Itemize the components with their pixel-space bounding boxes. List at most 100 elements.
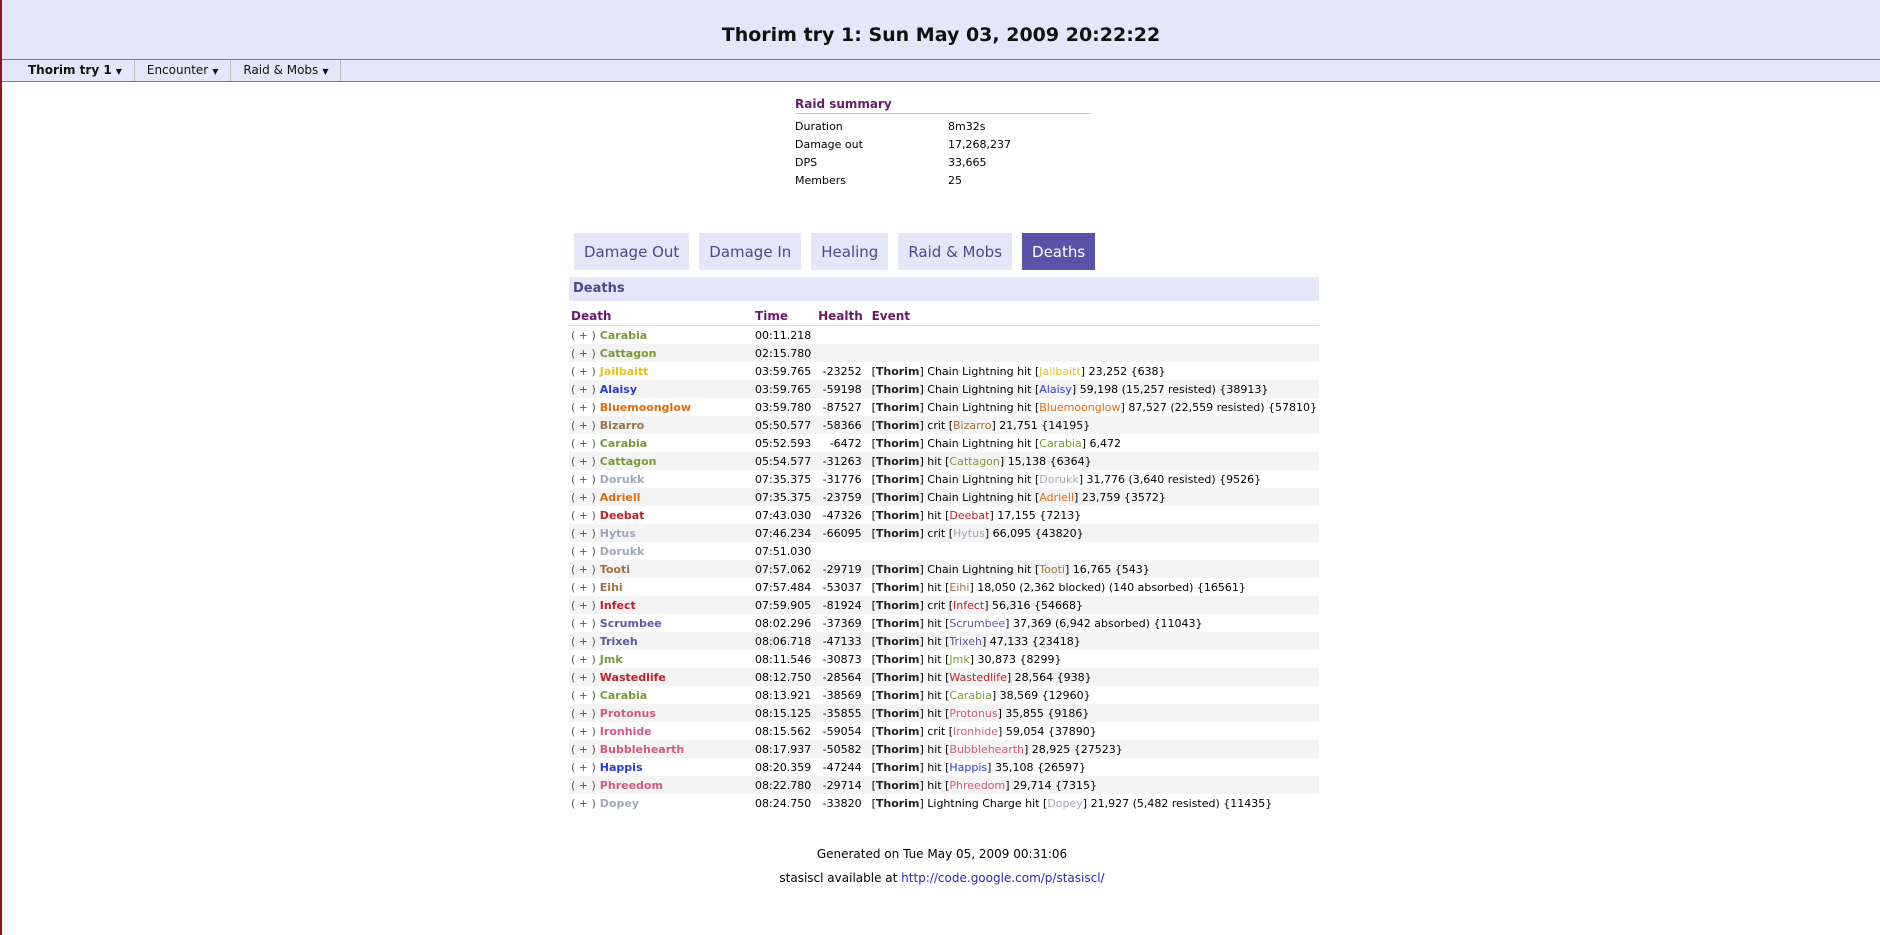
- time-cell: 07:46.234: [753, 524, 817, 542]
- expand-toggle[interactable]: ( + ): [571, 779, 596, 792]
- table-row: ( + ) Jmk 08:11.546 -30873 [Thorim] hit [Jmk…: [569, 650, 1319, 668]
- expand-toggle[interactable]: ( + ): [571, 545, 596, 558]
- expand-toggle[interactable]: ( + ): [571, 797, 596, 810]
- event-amount: 29,714 {7315}: [1013, 778, 1098, 792]
- event-target: Infect: [953, 598, 985, 612]
- player-name: Jmk: [599, 652, 623, 666]
- event-cell: [Thorim] hit [Jmk] 30,873 {8299}: [871, 652, 1062, 666]
- expand-toggle[interactable]: ( + ): [571, 743, 596, 756]
- menu-thorim-try-1[interactable]: Thorim try 1 ▼: [16, 60, 135, 81]
- death-cell: ( + ) Scrumbee: [569, 614, 753, 632]
- time-cell: 07:57.062: [753, 560, 817, 578]
- time-cell: 08:11.546: [755, 652, 812, 666]
- event-action: Chain Lightning hit: [927, 400, 1032, 414]
- expand-toggle[interactable]: ( + ): [571, 527, 596, 540]
- event-source: Thorim: [875, 418, 920, 432]
- event-action: Chain Lightning hit: [927, 436, 1032, 450]
- event-source: Thorim: [875, 634, 920, 648]
- summary-row: Damage out 17,268,237: [795, 135, 1091, 153]
- death-cell: ( + ) Wastedlife: [569, 668, 754, 686]
- table-row: ( + ) Phreedom 08:22.780 -29714 [Thorim] hit…: [569, 776, 1319, 794]
- expand-toggle[interactable]: ( + ): [571, 635, 596, 648]
- caret-down-icon: ▼: [212, 67, 219, 76]
- health-cell: -58366: [816, 416, 870, 434]
- death-cell: ( + ) Phreedom: [569, 776, 754, 794]
- death-cell: ( + ) Bubblehearth: [569, 740, 754, 758]
- tab-deaths[interactable]: Deaths: [1022, 233, 1096, 270]
- table-row: ( + ) Happis 08:20.359 -47244 [Thorim] hit […: [569, 758, 1319, 776]
- expand-toggle[interactable]: ( + ): [571, 509, 596, 522]
- tab-raid-mobs[interactable]: Raid & Mobs: [898, 233, 1013, 270]
- event-amount: 47,133 {23418}: [989, 634, 1081, 648]
- expand-toggle[interactable]: ( + ): [571, 473, 596, 486]
- table-row: ( + ) Dopey 08:24.750 -33820 [Thorim] Lightn…: [569, 794, 1319, 812]
- health-cell: -28564: [816, 668, 870, 686]
- time-cell: 07:57.484: [755, 580, 812, 594]
- event-target: Trixeh: [949, 634, 982, 648]
- table-row: ( + ) Cattagon 05:54.577 -31263 [Thorim] hit…: [569, 452, 1319, 470]
- event-amount: 28,564 {938}: [1014, 670, 1092, 684]
- col-time: Time: [753, 307, 817, 326]
- event-cell: [Thorim] Chain Lightning hit [Jailbaitt]…: [871, 364, 1166, 378]
- event-cell: [869, 344, 1319, 362]
- event-source: Thorim: [875, 706, 920, 720]
- event-target: Phreedom: [949, 778, 1006, 792]
- expand-toggle[interactable]: ( + ): [571, 455, 596, 468]
- health-cell: [816, 542, 870, 560]
- event-target: Bubblehearth: [949, 742, 1024, 756]
- expand-toggle[interactable]: ( + ): [571, 617, 596, 630]
- expand-toggle[interactable]: ( + ): [571, 563, 596, 576]
- event-cell: [Thorim] hit [Eihi] 18,050 (2,362 blocke…: [871, 580, 1246, 594]
- player-name: Alaisy: [599, 382, 637, 396]
- expand-toggle[interactable]: ( + ): [571, 383, 596, 396]
- project-link[interactable]: http://code.google.com/p/stasiscl/: [901, 871, 1104, 885]
- expand-toggle[interactable]: ( + ): [571, 347, 596, 360]
- tab-healing[interactable]: Healing: [811, 233, 889, 270]
- tab-damage-in[interactable]: Damage In: [699, 233, 802, 270]
- expand-toggle[interactable]: ( + ): [571, 329, 596, 342]
- health-cell: -47326: [822, 508, 862, 522]
- expand-toggle[interactable]: ( + ): [571, 671, 596, 684]
- expand-toggle[interactable]: ( + ): [571, 365, 596, 378]
- event-action: hit: [927, 454, 942, 468]
- event-amount: 56,316 {54668}: [992, 598, 1084, 612]
- event-action: hit: [927, 670, 942, 684]
- expand-toggle[interactable]: ( + ): [571, 437, 596, 450]
- health-cell: -30873: [822, 652, 862, 666]
- event-target: Tooti: [1039, 562, 1065, 576]
- event-source: Thorim: [875, 364, 920, 378]
- event-cell: [Thorim] crit [Bizarro] 21,751 {14195}: [869, 416, 1319, 434]
- expand-toggle[interactable]: ( + ): [571, 599, 596, 612]
- expand-toggle[interactable]: ( + ): [571, 707, 596, 720]
- menu-raid-mobs[interactable]: Raid & Mobs ▼: [231, 60, 342, 81]
- time-cell: 08:15.562: [755, 724, 812, 738]
- table-row: ( + ) Carabia 05:52.593 -6472 [Thorim] Chain…: [569, 434, 1319, 452]
- death-cell: ( + ) Eihi: [569, 578, 753, 596]
- event-cell: [Thorim] hit [Happis] 35,108 {26597}: [871, 760, 1086, 774]
- tab-damage-out[interactable]: Damage Out: [574, 233, 690, 270]
- menu-encounter[interactable]: Encounter ▼: [135, 60, 232, 81]
- expand-toggle[interactable]: ( + ): [571, 689, 596, 702]
- summary-key: DPS: [795, 155, 818, 169]
- expand-toggle[interactable]: ( + ): [571, 653, 596, 666]
- health-cell: [816, 326, 870, 345]
- menu-bar: Thorim try 1 ▼ Encounter ▼ Raid & Mobs ▼: [2, 59, 1880, 82]
- expand-toggle[interactable]: ( + ): [571, 491, 596, 504]
- event-source: Thorim: [875, 472, 920, 486]
- summary-row: DPS 33,665: [795, 153, 1091, 171]
- event-source: Thorim: [875, 616, 920, 630]
- event-action: hit: [927, 634, 942, 648]
- expand-toggle[interactable]: ( + ): [571, 761, 596, 774]
- event-source: Thorim: [875, 652, 920, 666]
- event-target: Eihi: [949, 580, 970, 594]
- player-name: Scrumbee: [599, 616, 662, 630]
- expand-toggle[interactable]: ( + ): [571, 401, 596, 414]
- player-name: Bubblehearth: [599, 742, 685, 756]
- player-name: Carabia: [599, 436, 648, 450]
- expand-toggle[interactable]: ( + ): [571, 725, 596, 738]
- time-cell: 07:43.030: [755, 508, 812, 522]
- event-action: hit: [927, 778, 942, 792]
- event-amount: 66,095 {43820}: [992, 526, 1084, 540]
- expand-toggle[interactable]: ( + ): [571, 419, 596, 432]
- expand-toggle[interactable]: ( + ): [571, 581, 596, 594]
